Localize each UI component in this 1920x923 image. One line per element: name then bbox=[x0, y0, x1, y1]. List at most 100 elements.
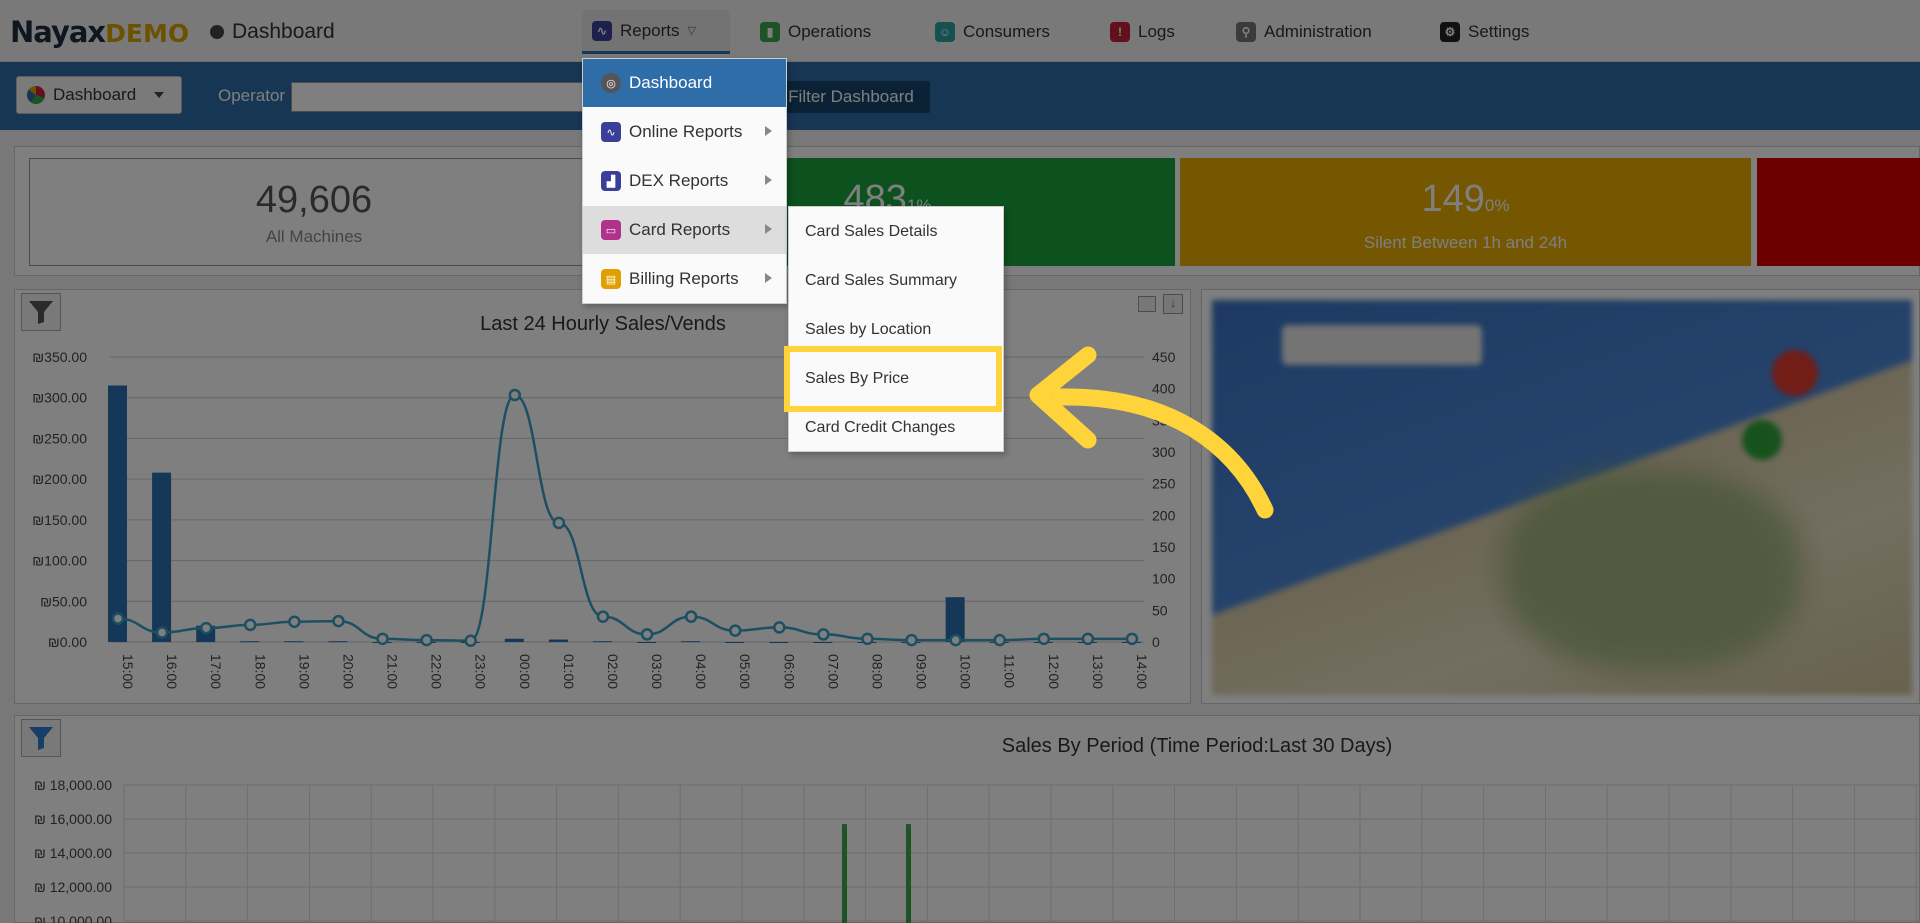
menu-item-billing-reports[interactable]: ▤ Billing Reports bbox=[583, 255, 786, 303]
machines-map[interactable] bbox=[1201, 289, 1920, 704]
chart-title: Last 24 Hourly Sales/Vends bbox=[480, 313, 726, 335]
chevron-right-icon bbox=[765, 126, 772, 136]
vends-point bbox=[1125, 632, 1139, 646]
y-tick-label: ₪50.00 bbox=[40, 593, 87, 609]
y-tick-label: ₪ 16,000.00 bbox=[34, 811, 112, 827]
x-tick-label: 12:00 bbox=[1046, 654, 1062, 689]
x-tick-label: 02:00 bbox=[605, 654, 621, 689]
x-tick-label: 00:00 bbox=[517, 654, 533, 689]
chevron-right-icon bbox=[765, 224, 772, 234]
x-tick-label: 19:00 bbox=[296, 654, 312, 689]
x-tick-label: 17:00 bbox=[208, 654, 224, 689]
vends-point bbox=[332, 614, 345, 628]
hourly-bar bbox=[504, 638, 524, 642]
chevron-down-icon: ▽ bbox=[687, 25, 696, 37]
y-tick-label: ₪300.00 bbox=[32, 390, 87, 406]
vends-point bbox=[993, 633, 1006, 647]
operator-label: Operator bbox=[218, 86, 286, 105]
billing-reports-icon: ▤ bbox=[601, 269, 621, 289]
map-zoom-control bbox=[1282, 325, 1482, 365]
period-bar bbox=[842, 824, 847, 923]
y-tick-label: ₪ 12,000.00 bbox=[34, 879, 112, 895]
dashboard-gauge-icon: ◎ bbox=[601, 73, 621, 93]
nav-logs[interactable]: ! Logs bbox=[1100, 10, 1185, 54]
x-tick-label: 16:00 bbox=[164, 654, 180, 689]
x-tick-label: 06:00 bbox=[781, 654, 797, 689]
nav-operations[interactable]: ▮ Operations bbox=[750, 10, 881, 54]
nav-administration-label: Administration bbox=[1264, 22, 1372, 41]
x-tick-label: 07:00 bbox=[825, 654, 841, 689]
nav-settings[interactable]: ⚙ Settings bbox=[1430, 10, 1539, 54]
chevron-right-icon bbox=[765, 273, 772, 283]
sales-by-period-chart: Sales By Period (Time Period:Last 30 Day… bbox=[34, 735, 1920, 923]
vends-point bbox=[1081, 632, 1095, 646]
kpi-label: Silent Between 1h and 24h bbox=[1363, 233, 1568, 252]
nav-settings-label: Settings bbox=[1468, 22, 1530, 41]
hourly-bar bbox=[240, 641, 260, 643]
map-land-patch bbox=[1502, 470, 1802, 670]
nav-administration[interactable]: ⚲ Administration bbox=[1226, 10, 1382, 54]
nayax-logo[interactable]: NayaxDEMO bbox=[10, 14, 189, 52]
submenu-card-sales-summary[interactable]: Card Sales Summary bbox=[789, 256, 1003, 305]
vends-point bbox=[861, 632, 874, 646]
vends-point bbox=[949, 633, 962, 647]
breadcrumb: Dashboard bbox=[210, 20, 335, 44]
menu-item-label: DEX Reports bbox=[629, 171, 729, 190]
operator-input[interactable] bbox=[291, 82, 591, 112]
period-bar bbox=[906, 824, 911, 923]
x-tick-label: 18:00 bbox=[252, 654, 268, 689]
x-tick-label: 14:00 bbox=[1134, 654, 1150, 689]
y-tick-label: ₪350.00 bbox=[32, 349, 87, 365]
menu-item-dex-reports[interactable]: ▟ DEX Reports bbox=[583, 157, 786, 205]
vends-point bbox=[508, 388, 522, 402]
vends-point bbox=[596, 610, 610, 623]
logs-alert-icon: ! bbox=[1110, 22, 1130, 42]
hourly-bar bbox=[637, 642, 657, 643]
nav-reports-label: Reports bbox=[620, 20, 680, 40]
y-tick-label: ₪250.00 bbox=[32, 430, 87, 446]
kpi-all-machines[interactable]: 49,606 All Machines bbox=[29, 158, 599, 266]
map-marker-red bbox=[1772, 350, 1818, 396]
menu-item-online-reports[interactable]: ∿ Online Reports bbox=[583, 108, 786, 156]
hourly-bar bbox=[769, 642, 789, 643]
vends-point bbox=[1037, 632, 1051, 646]
vends-point bbox=[728, 624, 742, 637]
vends-point bbox=[288, 615, 301, 628]
menu-item-label: Billing Reports bbox=[629, 269, 739, 288]
x-tick-label: 03:00 bbox=[649, 654, 665, 689]
menu-item-dashboard[interactable]: ◎ Dashboard bbox=[583, 59, 786, 107]
kpi-value: 149 bbox=[1421, 178, 1485, 220]
filter-dashboard-button[interactable]: Filter Dashboard bbox=[772, 81, 930, 113]
caret-down-icon bbox=[154, 92, 165, 98]
vends-point bbox=[155, 626, 169, 639]
y2-tick-label: 0 bbox=[1152, 634, 1160, 650]
consumers-icon: ☺ bbox=[935, 22, 955, 42]
hourly-bar bbox=[725, 642, 745, 643]
y-tick-label: ₪200.00 bbox=[32, 471, 87, 487]
nav-consumers[interactable]: ☺ Consumers bbox=[925, 10, 1060, 54]
operations-icon: ▮ bbox=[760, 22, 780, 42]
y-tick-label: ₪ 18,000.00 bbox=[34, 777, 112, 793]
administration-icon: ⚲ bbox=[1236, 22, 1256, 42]
card-reports-icon: ▭ bbox=[601, 220, 621, 240]
x-tick-label: 15:00 bbox=[120, 654, 136, 689]
kpi-silent-1h-24h[interactable]: 1490% Silent Between 1h and 24h bbox=[1180, 158, 1751, 266]
x-tick-label: 21:00 bbox=[385, 654, 401, 689]
hourly-bar bbox=[152, 472, 172, 642]
hourly-bar bbox=[284, 641, 304, 643]
vends-point bbox=[640, 628, 654, 641]
pie-chart-icon bbox=[27, 86, 45, 104]
screen: { "app": {"logo_main": "Nayax", "logo_de… bbox=[0, 0, 1920, 923]
dashboard-select[interactable]: Dashboard bbox=[16, 76, 182, 114]
submenu-card-sales-details[interactable]: Card Sales Details bbox=[789, 207, 1003, 256]
kpi-silent-over-24h[interactable] bbox=[1757, 158, 1920, 266]
vends-point bbox=[376, 632, 389, 646]
y-tick-label: ₪ 10,000.00 bbox=[34, 913, 112, 923]
y-tick-label: ₪0.00 bbox=[48, 634, 87, 650]
highlight-box bbox=[784, 346, 1002, 412]
hourly-bar bbox=[681, 641, 701, 643]
menu-item-card-reports[interactable]: ▭ Card Reports bbox=[583, 206, 786, 254]
vends-point bbox=[684, 610, 698, 623]
nav-reports[interactable]: ∿ Reports ▽ bbox=[582, 10, 730, 54]
x-tick-label: 01:00 bbox=[561, 654, 577, 689]
